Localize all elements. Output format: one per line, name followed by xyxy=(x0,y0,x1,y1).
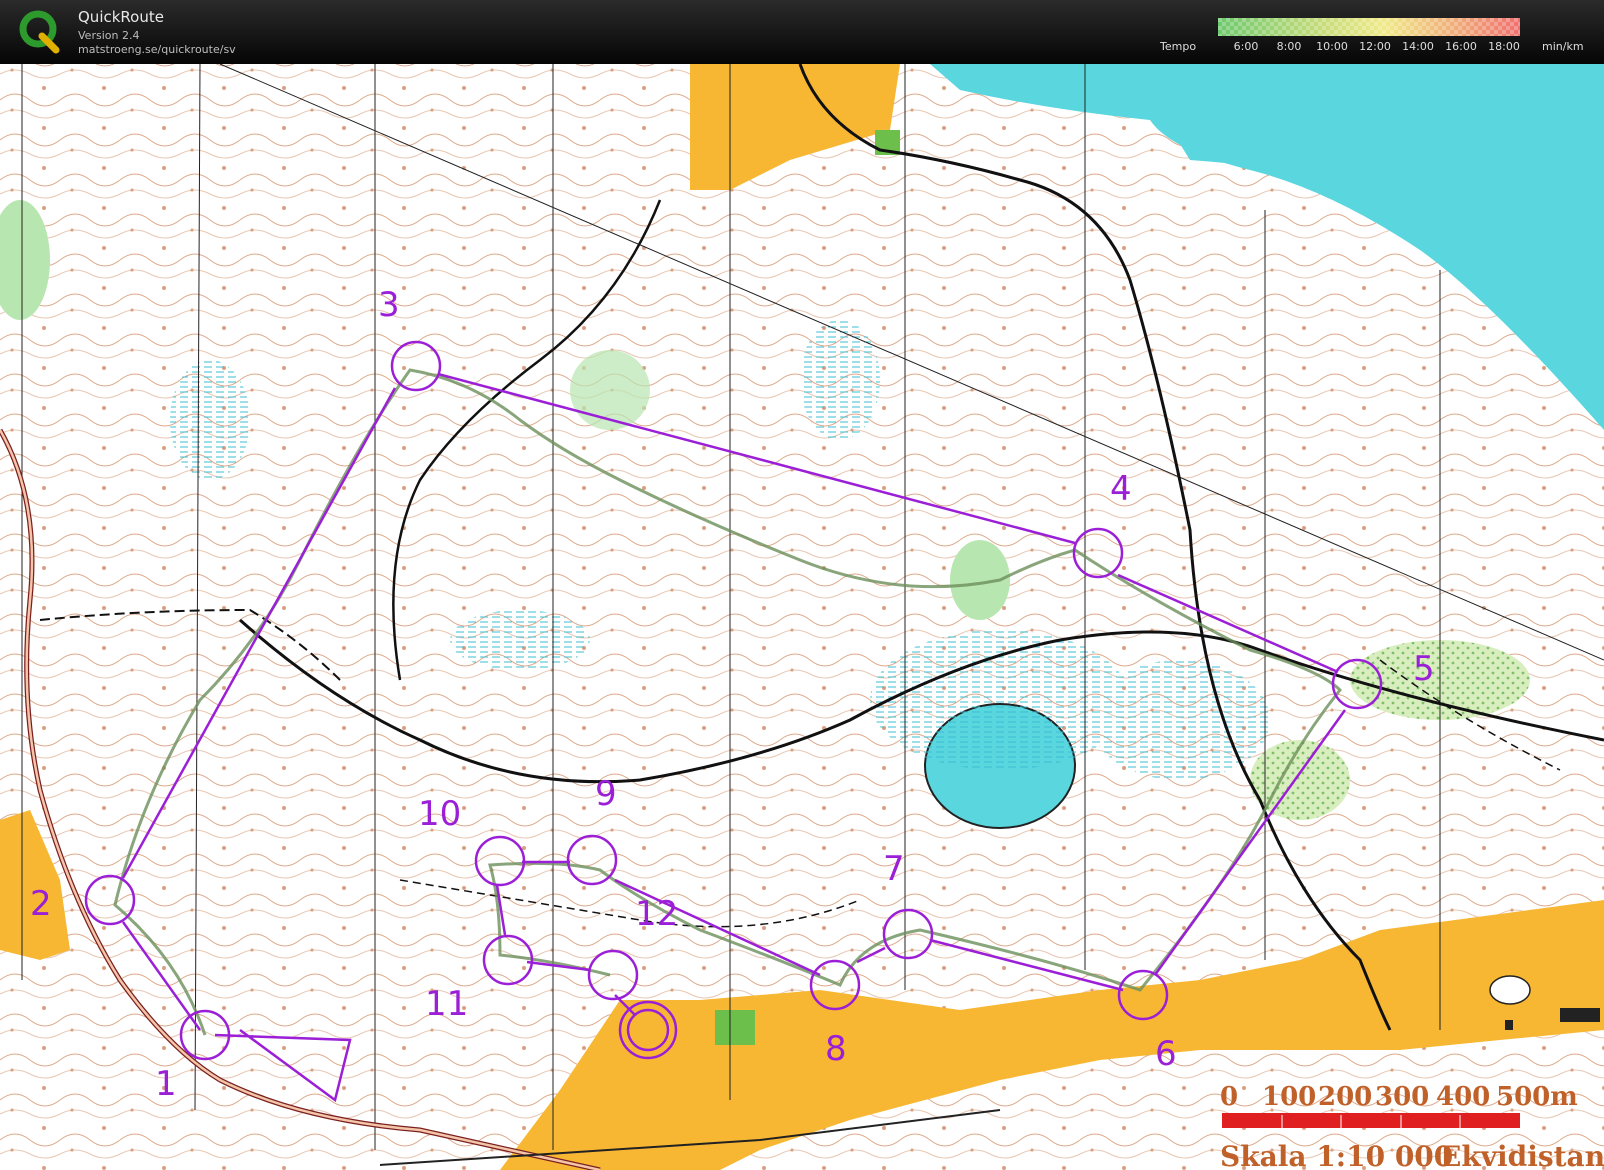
tempo-tick: 6:00 xyxy=(1233,40,1259,53)
scale-caption: Skala 1:10 000 xyxy=(1220,1140,1453,1170)
control-number-7: 7 xyxy=(883,849,905,889)
control-number-5: 5 xyxy=(1413,649,1435,689)
tempo-color-scale xyxy=(1218,18,1520,36)
marsh xyxy=(800,320,880,440)
scale-label: 300 xyxy=(1375,1082,1429,1112)
marsh xyxy=(450,610,590,670)
tempo-unit: min/km xyxy=(1542,40,1584,53)
building xyxy=(1560,1008,1600,1022)
app-url-link[interactable]: matstroeng.se/quickroute/sv xyxy=(78,43,236,56)
tempo-tick: 8:00 xyxy=(1276,40,1302,53)
app-title: QuickRoute xyxy=(78,8,164,26)
tempo-tick: 18:00 xyxy=(1488,40,1520,53)
contour-interval-caption: Ekvidistans xyxy=(1440,1140,1604,1170)
control-number-11: 11 xyxy=(425,984,468,1024)
marsh xyxy=(870,630,1130,770)
green-field xyxy=(715,1010,755,1045)
scale-label: 500m xyxy=(1496,1082,1578,1112)
tempo-tick: 14:00 xyxy=(1402,40,1434,53)
scale-label: 200 xyxy=(1318,1082,1372,1112)
control-number-10: 10 xyxy=(418,794,461,834)
control-number-4: 4 xyxy=(1110,469,1132,509)
control-number-1: 1 xyxy=(155,1064,177,1104)
vegetation xyxy=(570,350,650,430)
tempo-tick: 10:00 xyxy=(1316,40,1348,53)
marsh xyxy=(170,360,250,480)
control-number-12: 12 xyxy=(635,894,678,934)
tempo-tick: 12:00 xyxy=(1359,40,1391,53)
control-number-2: 2 xyxy=(30,884,52,924)
pond xyxy=(1489,975,1531,1005)
control-number-9: 9 xyxy=(595,774,617,814)
scale-label: 0 xyxy=(1220,1082,1238,1112)
scale-label: 100 xyxy=(1262,1082,1316,1112)
app-version: Version 2.4 xyxy=(78,29,140,42)
control-number-8: 8 xyxy=(825,1029,847,1069)
orienteering-map[interactable]: 1 2 3 4 5 6 7 8 9 10 11 12 0 100 200 300… xyxy=(0,64,1604,1170)
scale-label: 400 xyxy=(1436,1082,1490,1112)
tempo-legend-label: Tempo xyxy=(1160,40,1197,53)
quickroute-logo-icon xyxy=(19,10,60,54)
control-number-3: 3 xyxy=(378,285,400,325)
header-bar: QuickRoute Version 2.4 matstroeng.se/qui… xyxy=(0,0,1604,64)
control-number-6: 6 xyxy=(1155,1034,1177,1074)
building xyxy=(1505,1020,1513,1030)
marsh xyxy=(1090,660,1270,780)
tempo-tick: 16:00 xyxy=(1445,40,1477,53)
map-canvas: 1 2 3 4 5 6 7 8 9 10 11 12 0 100 200 300… xyxy=(0,64,1604,1170)
